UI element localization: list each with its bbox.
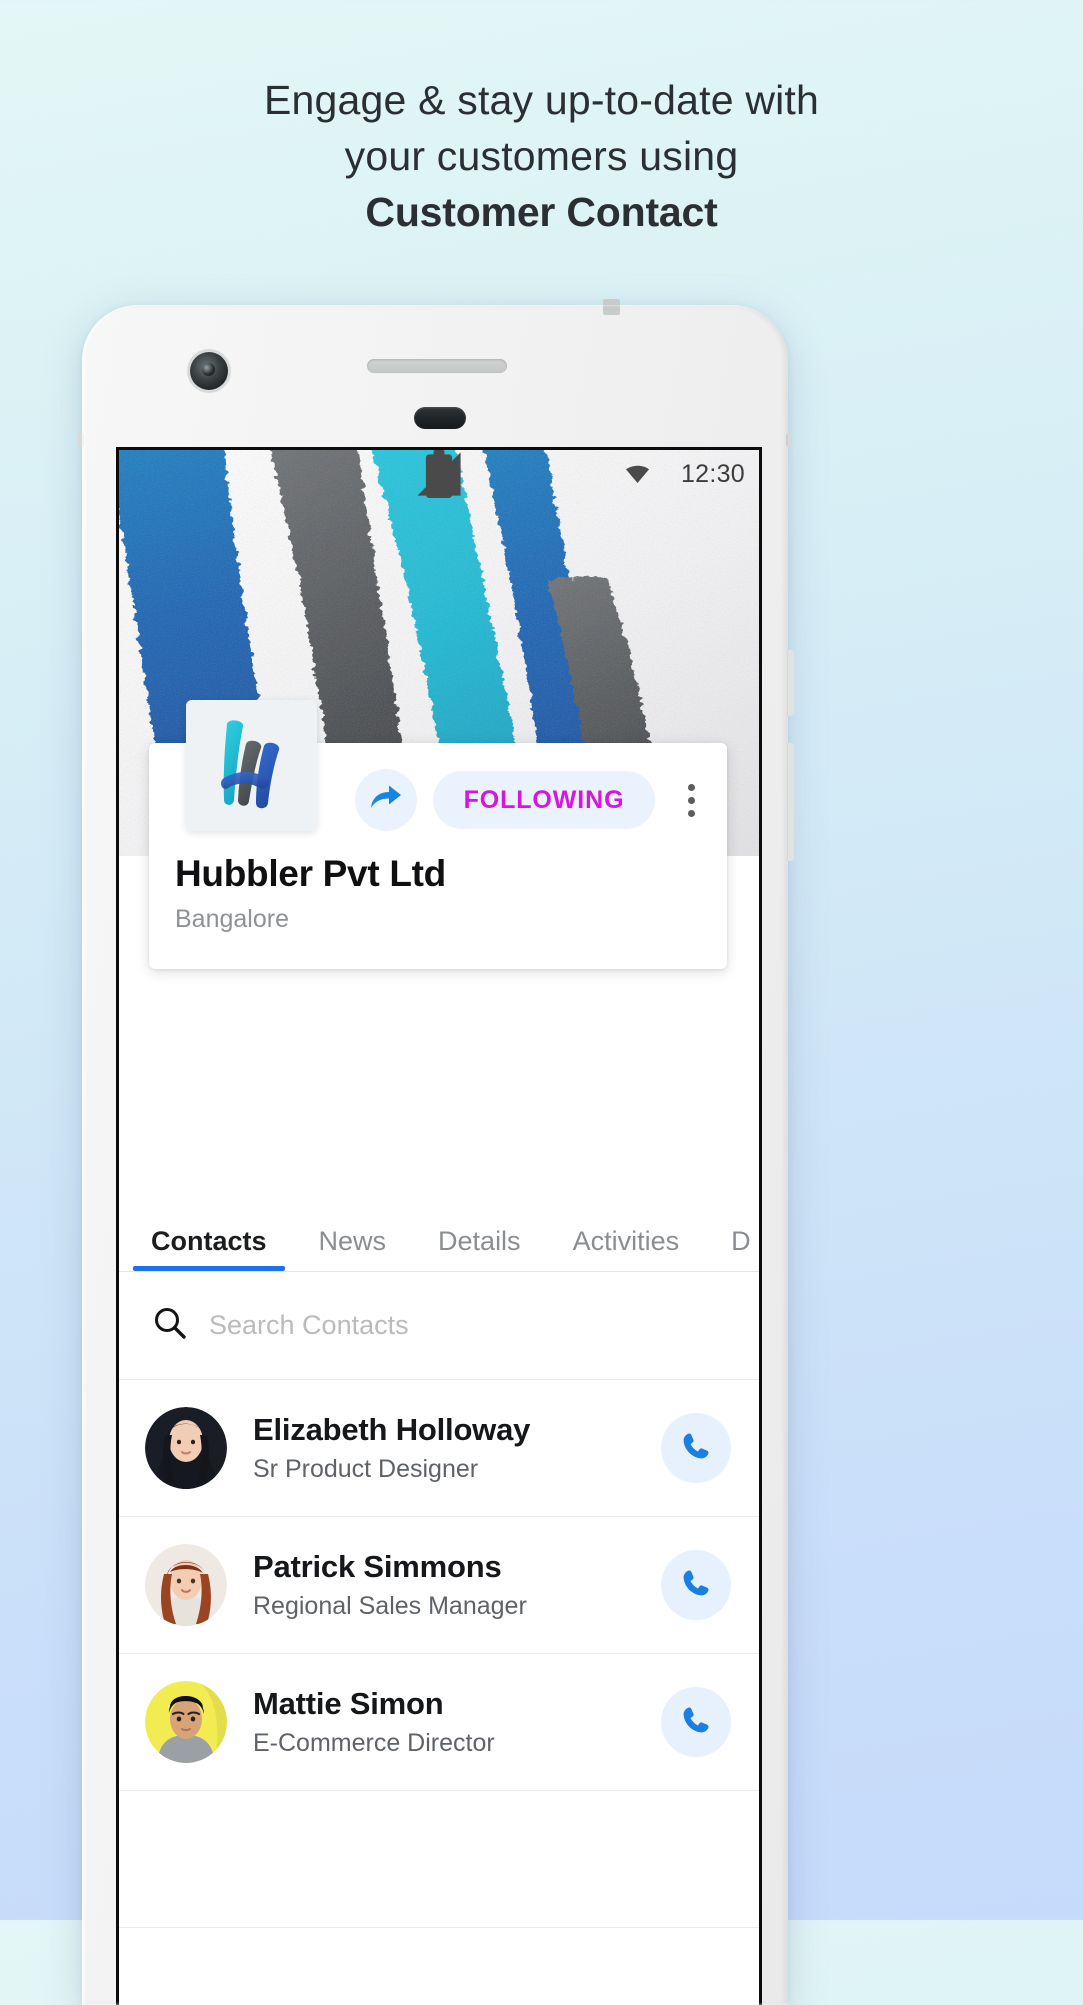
- company-location: Bangalore: [175, 905, 289, 933]
- tab-details[interactable]: Details: [412, 1226, 547, 1271]
- avatar: [145, 1407, 227, 1489]
- company-logo: [186, 700, 317, 831]
- call-button[interactable]: [661, 1550, 731, 1620]
- phone-screen: 12:30 FOLLOWING Hubbler Pvt Ltd Bangalor…: [116, 447, 762, 2005]
- tab-documents[interactable]: D: [705, 1226, 759, 1271]
- share-icon: [369, 784, 403, 817]
- contact-name: Elizabeth Holloway: [253, 1412, 531, 1447]
- search-icon: [153, 1306, 187, 1345]
- avatar: [145, 1681, 227, 1763]
- earpiece-speaker: [367, 359, 507, 373]
- contact-name: Patrick Simmons: [253, 1549, 502, 1584]
- contact-role: Sr Product Designer: [253, 1455, 479, 1483]
- profile-info: Hubbler Pvt Ltd Bangalore: [149, 845, 727, 969]
- antenna-strip: [603, 299, 620, 315]
- phone-icon: [680, 1567, 712, 1604]
- kebab-dot-2: [687, 796, 695, 804]
- contact-row-partial[interactable]: [119, 1791, 759, 1928]
- left-notch: [78, 433, 84, 447]
- tab-contacts[interactable]: Contacts: [125, 1226, 293, 1271]
- contact-name: Mattie Simon: [253, 1686, 444, 1721]
- more-options-button[interactable]: [671, 769, 711, 831]
- search-contacts-bar[interactable]: Search Contacts: [119, 1272, 759, 1380]
- promo-headline: Engage & stay up-to-date with your custo…: [0, 72, 1083, 240]
- headline-line-3: Customer Contact: [365, 189, 718, 235]
- call-button[interactable]: [661, 1687, 731, 1757]
- call-button[interactable]: [661, 1413, 731, 1483]
- company-profile-card: FOLLOWING Hubbler Pvt Ltd Bangalore: [149, 700, 727, 969]
- share-button[interactable]: [355, 769, 417, 831]
- contact-row[interactable]: Patrick Simmons Regional Sales Manager: [119, 1517, 759, 1654]
- volume-button[interactable]: [787, 650, 794, 716]
- status-bar: 12:30: [119, 450, 759, 498]
- phone-icon: [680, 1430, 712, 1467]
- contact-row[interactable]: Mattie Simon E-Commerce Director: [119, 1654, 759, 1791]
- contacts-list: Elizabeth Holloway Sr Product Designer P…: [119, 1380, 759, 2005]
- kebab-dot-3: [687, 809, 695, 817]
- phone-mockup: 12:30 FOLLOWING Hubbler Pvt Ltd Bangalor…: [78, 299, 794, 2005]
- avatar: [145, 1544, 227, 1626]
- company-name: Hubbler Pvt Ltd: [175, 853, 446, 894]
- power-button[interactable]: [787, 743, 794, 861]
- contact-row[interactable]: Elizabeth Holloway Sr Product Designer: [119, 1380, 759, 1517]
- contact-text: Elizabeth Holloway Sr Product Designer: [253, 1410, 635, 1486]
- kebab-dot-1: [687, 783, 695, 791]
- right-notch: [786, 433, 792, 447]
- tab-news[interactable]: News: [293, 1226, 413, 1271]
- search-input[interactable]: Search Contacts: [209, 1310, 409, 1341]
- tab-activities[interactable]: Activities: [547, 1226, 706, 1271]
- contact-role: E-Commerce Director: [253, 1729, 495, 1757]
- contact-text: Mattie Simon E-Commerce Director: [253, 1684, 635, 1760]
- sensor-module: [414, 407, 466, 429]
- headline-line-1: Engage & stay up-to-date with: [263, 77, 820, 123]
- front-camera: [190, 352, 228, 390]
- phone-icon: [680, 1704, 712, 1741]
- contact-text: Patrick Simmons Regional Sales Manager: [253, 1547, 635, 1623]
- following-button[interactable]: FOLLOWING: [433, 771, 655, 829]
- contact-role: Regional Sales Manager: [253, 1592, 527, 1620]
- headline-line-2: your customers using: [344, 133, 739, 179]
- profile-tabs: Contacts News Details Activities D: [119, 1210, 759, 1272]
